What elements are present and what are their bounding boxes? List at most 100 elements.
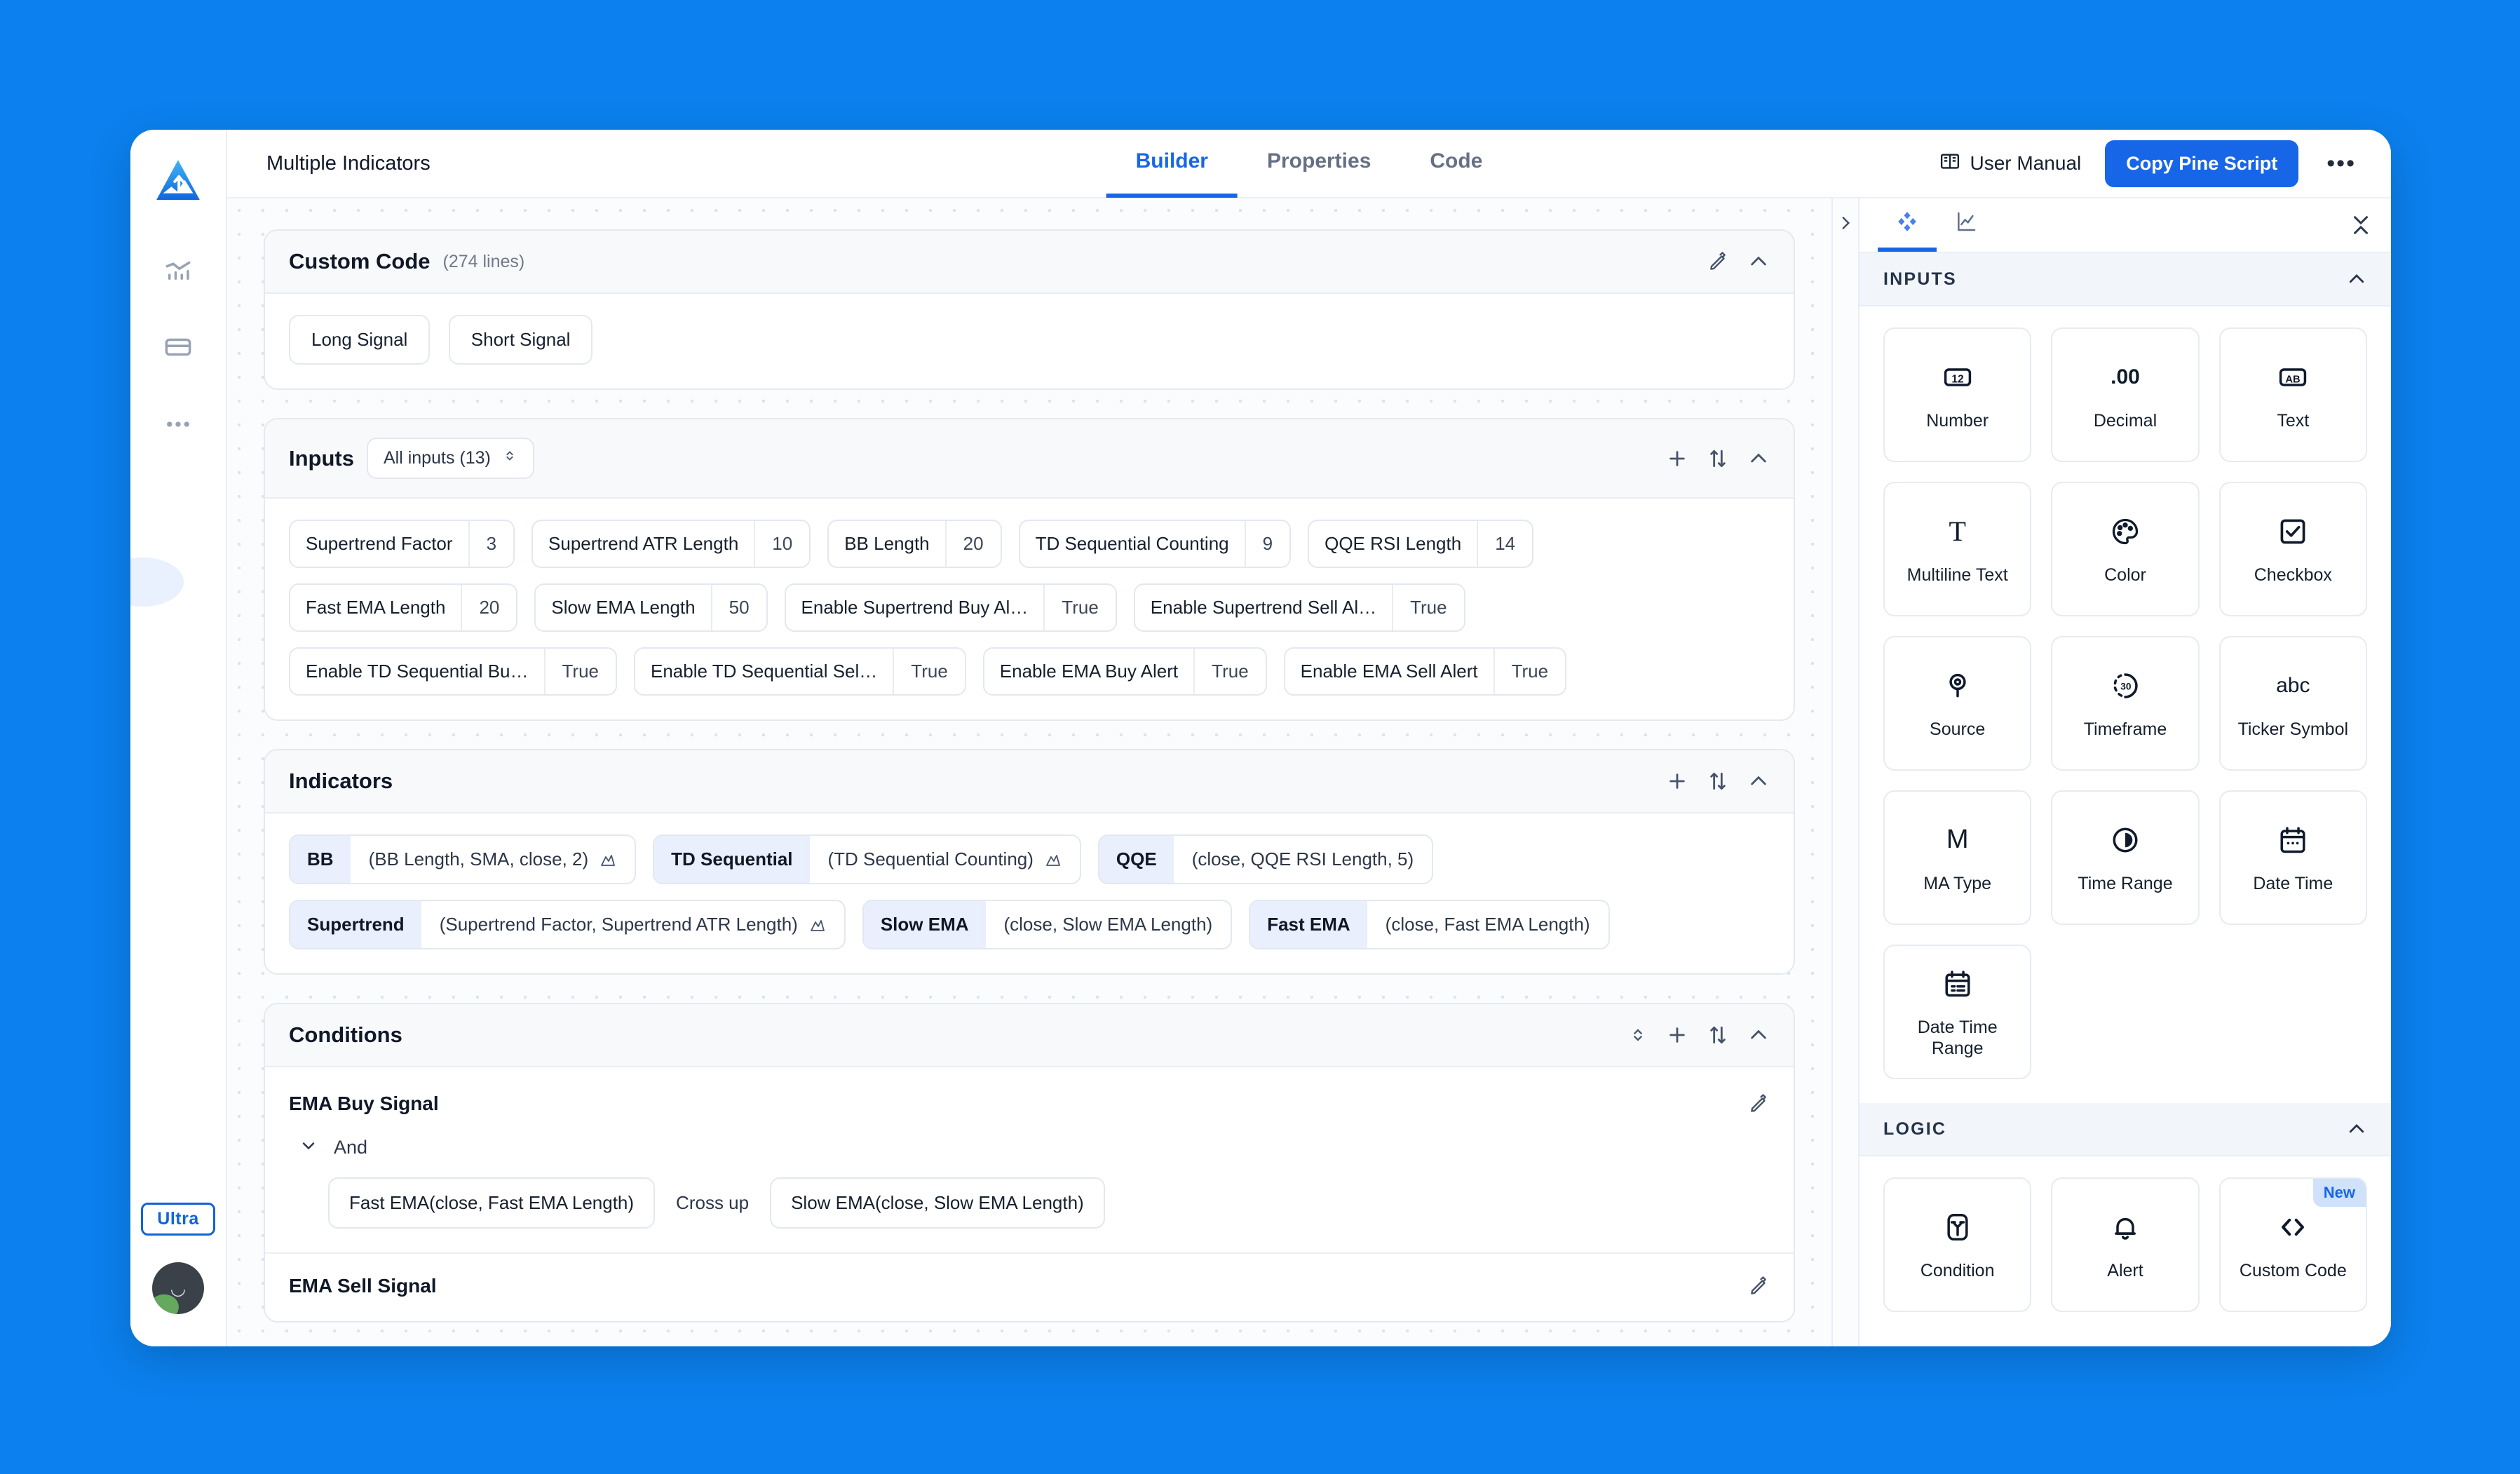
condition-operator-row[interactable]: And — [299, 1136, 1770, 1159]
conditions-tools — [1628, 1024, 1770, 1046]
indicator-chip-args-wrap: (Supertrend Factor, Supertrend ATR Lengt… — [421, 901, 844, 948]
input-chip[interactable]: Enable Supertrend Buy Al… True — [784, 583, 1117, 632]
chevron-up-icon[interactable] — [2346, 269, 2367, 290]
panel-tab-chart[interactable] — [1937, 198, 1996, 252]
palette-item-color[interactable]: Color — [2051, 482, 2200, 616]
short-signal-button[interactable]: Short Signal — [448, 315, 593, 365]
palette-item-multiline-text[interactable]: T Multiline Text — [1883, 482, 2032, 616]
indicator-chip[interactable]: Supertrend (Supertrend Factor, Supertrend… — [289, 900, 846, 949]
copy-pine-script-button[interactable]: Copy Pine Script — [2105, 140, 2299, 187]
pencil-icon[interactable] — [1749, 1093, 1770, 1114]
condition-right-operand[interactable]: Slow EMA(close, Slow EMA Length) — [770, 1177, 1105, 1229]
sidebar-item-more[interactable] — [153, 400, 203, 451]
condition-comparison-operator[interactable]: Cross up — [676, 1192, 749, 1214]
palette-item-source[interactable]: Source — [1883, 636, 2032, 771]
input-chip[interactable]: BB Length 20 — [827, 520, 1002, 568]
palette-item-label: MA Type — [1923, 873, 1992, 893]
condition-group-name: EMA Buy Signal — [289, 1093, 439, 1114]
plus-icon[interactable] — [1666, 447, 1688, 470]
palette-item-text[interactable]: AB Text — [2218, 327, 2367, 462]
chevrons-collapse-icon[interactable] — [2349, 198, 2373, 252]
chevron-up-icon[interactable] — [2346, 1118, 2367, 1140]
conditions-body: EMA Buy Signal And Fast EMA(close, Fast … — [265, 1067, 1794, 1321]
chevron-up-icon[interactable] — [1747, 770, 1770, 792]
palette-item-ma-type[interactable]: M MA Type — [1883, 790, 2032, 925]
long-signal-button[interactable]: Long Signal — [289, 315, 431, 365]
palette-item-condition[interactable]: Condition — [1883, 1177, 2032, 1312]
sort-icon[interactable] — [1707, 447, 1729, 470]
palette-item-custom-code[interactable]: New Custom Code — [2218, 1177, 2367, 1312]
input-chip[interactable]: Enable EMA Buy Alert True — [982, 647, 1267, 696]
conditions-header: Conditions — [265, 1004, 1794, 1067]
input-chip[interactable]: Supertrend Factor 3 — [289, 520, 515, 568]
calendar-range-icon — [1942, 965, 1973, 1003]
palette-item-alert[interactable]: Alert — [2051, 1177, 2200, 1312]
right-panel-scroll: INPUTS 12 Number .00 Decimal AB Text T Multilin… — [1859, 253, 2391, 1346]
panel-expand-handle[interactable] — [1831, 198, 1858, 1346]
input-chip[interactable]: QQE RSI Length 14 — [1308, 520, 1534, 568]
panel-section-logic-header[interactable]: LOGIC — [1859, 1103, 2391, 1156]
right-panel-tabs — [1859, 198, 2391, 253]
avatar[interactable]: ◡ — [152, 1262, 204, 1314]
user-manual-button[interactable]: User Manual — [1939, 151, 2081, 177]
mountain-logo-icon[interactable] — [151, 155, 205, 208]
indicator-chip[interactable]: BB (BB Length, SMA, close, 2) — [289, 834, 637, 884]
plus-icon[interactable] — [1666, 1024, 1688, 1046]
sort-icon[interactable] — [1707, 770, 1729, 792]
input-chip[interactable]: Enable TD Sequential Sel… True — [634, 647, 966, 696]
indicator-chip[interactable]: TD Sequential (TD Sequential Counting) — [653, 834, 1081, 884]
sidebar-item-billing[interactable] — [153, 323, 203, 374]
input-chip[interactable]: Fast EMA Length 20 — [289, 583, 518, 632]
palette-item-label: Text — [2277, 410, 2310, 431]
inputs-card: Inputs All inputs (13) Supertrend Factor… — [264, 418, 1795, 721]
plan-badge[interactable]: Ultra — [141, 1203, 215, 1236]
input-chip-value: 50 — [710, 585, 766, 630]
chevron-updown-icon[interactable] — [1628, 1025, 1648, 1045]
indicator-chip[interactable]: Fast EMA (close, Fast EMA Length) — [1249, 900, 1610, 949]
sort-icon[interactable] — [1707, 1024, 1729, 1046]
tab-builder[interactable]: Builder — [1106, 130, 1238, 198]
tab-code[interactable]: Code — [1400, 130, 1512, 198]
panel-section-inputs-header[interactable]: INPUTS — [1859, 253, 2391, 306]
input-chip[interactable]: Enable TD Sequential Bu… True — [289, 647, 617, 696]
palette-item-date-time-range[interactable]: Date Time Range — [1883, 945, 2032, 1079]
panel-tab-blocks[interactable] — [1878, 198, 1937, 252]
indicator-chip[interactable]: Slow EMA (close, Slow EMA Length) — [862, 900, 1233, 949]
chevron-up-icon[interactable] — [1747, 447, 1770, 470]
conditions-title: Conditions — [289, 1022, 402, 1047]
palette-item-date-time[interactable]: Date Time — [2218, 790, 2367, 925]
palette-item-ticker-symbol[interactable]: abc Ticker Symbol — [2218, 636, 2367, 771]
indicator-chip[interactable]: QQE (close, QQE RSI Length, 5) — [1097, 834, 1434, 884]
input-chip[interactable]: Enable Supertrend Sell Al… True — [1133, 583, 1465, 632]
palette-item-time-range[interactable]: Time Range — [2051, 790, 2200, 925]
palette-item-number[interactable]: 12 Number — [1883, 327, 2032, 462]
text-ab-icon: AB — [2277, 358, 2308, 396]
timeframe-30-icon: 30 — [2110, 667, 2141, 705]
top-actions: User Manual Copy Pine Script ••• — [1939, 140, 2361, 187]
input-chip[interactable]: TD Sequential Counting 9 — [1018, 520, 1292, 568]
condition-left-operand[interactable]: Fast EMA(close, Fast EMA Length) — [328, 1177, 656, 1229]
input-chip[interactable]: Slow EMA Length 50 — [534, 583, 768, 632]
sidebar-item-charts[interactable] — [153, 246, 203, 297]
palette-item-checkbox[interactable]: Checkbox — [2218, 482, 2367, 616]
palette-item-decimal[interactable]: .00 Decimal — [2051, 327, 2200, 462]
plus-icon[interactable] — [1666, 770, 1688, 792]
pencil-icon[interactable] — [1749, 1276, 1770, 1297]
inputs-filter-select[interactable]: All inputs (13) — [367, 438, 534, 479]
card-icon — [163, 332, 193, 365]
indicator-chip-name: BB — [290, 836, 351, 883]
condition-group: EMA Buy Signal And Fast EMA(close, Fast … — [289, 1088, 1770, 1229]
input-chip[interactable]: Supertrend ATR Length 10 — [531, 520, 811, 568]
condition-group-name: EMA Sell Signal — [289, 1275, 437, 1297]
palette-item-label: Number — [1926, 410, 1989, 431]
more-horizontal-icon[interactable]: ••• — [2322, 150, 2360, 177]
page-title: Multiple Indicators — [266, 151, 431, 175]
chevron-up-icon[interactable] — [1747, 250, 1770, 273]
pencil-icon[interactable] — [1708, 251, 1729, 272]
input-chip[interactable]: Enable EMA Sell Alert True — [1283, 647, 1567, 696]
tab-properties[interactable]: Properties — [1238, 130, 1400, 198]
palette-item-timeframe[interactable]: 30 Timeframe — [2051, 636, 2200, 771]
svg-text:30: 30 — [2120, 681, 2132, 691]
chevron-up-icon[interactable] — [1747, 1024, 1770, 1046]
panel-section-inputs-title: INPUTS — [1883, 269, 1957, 289]
